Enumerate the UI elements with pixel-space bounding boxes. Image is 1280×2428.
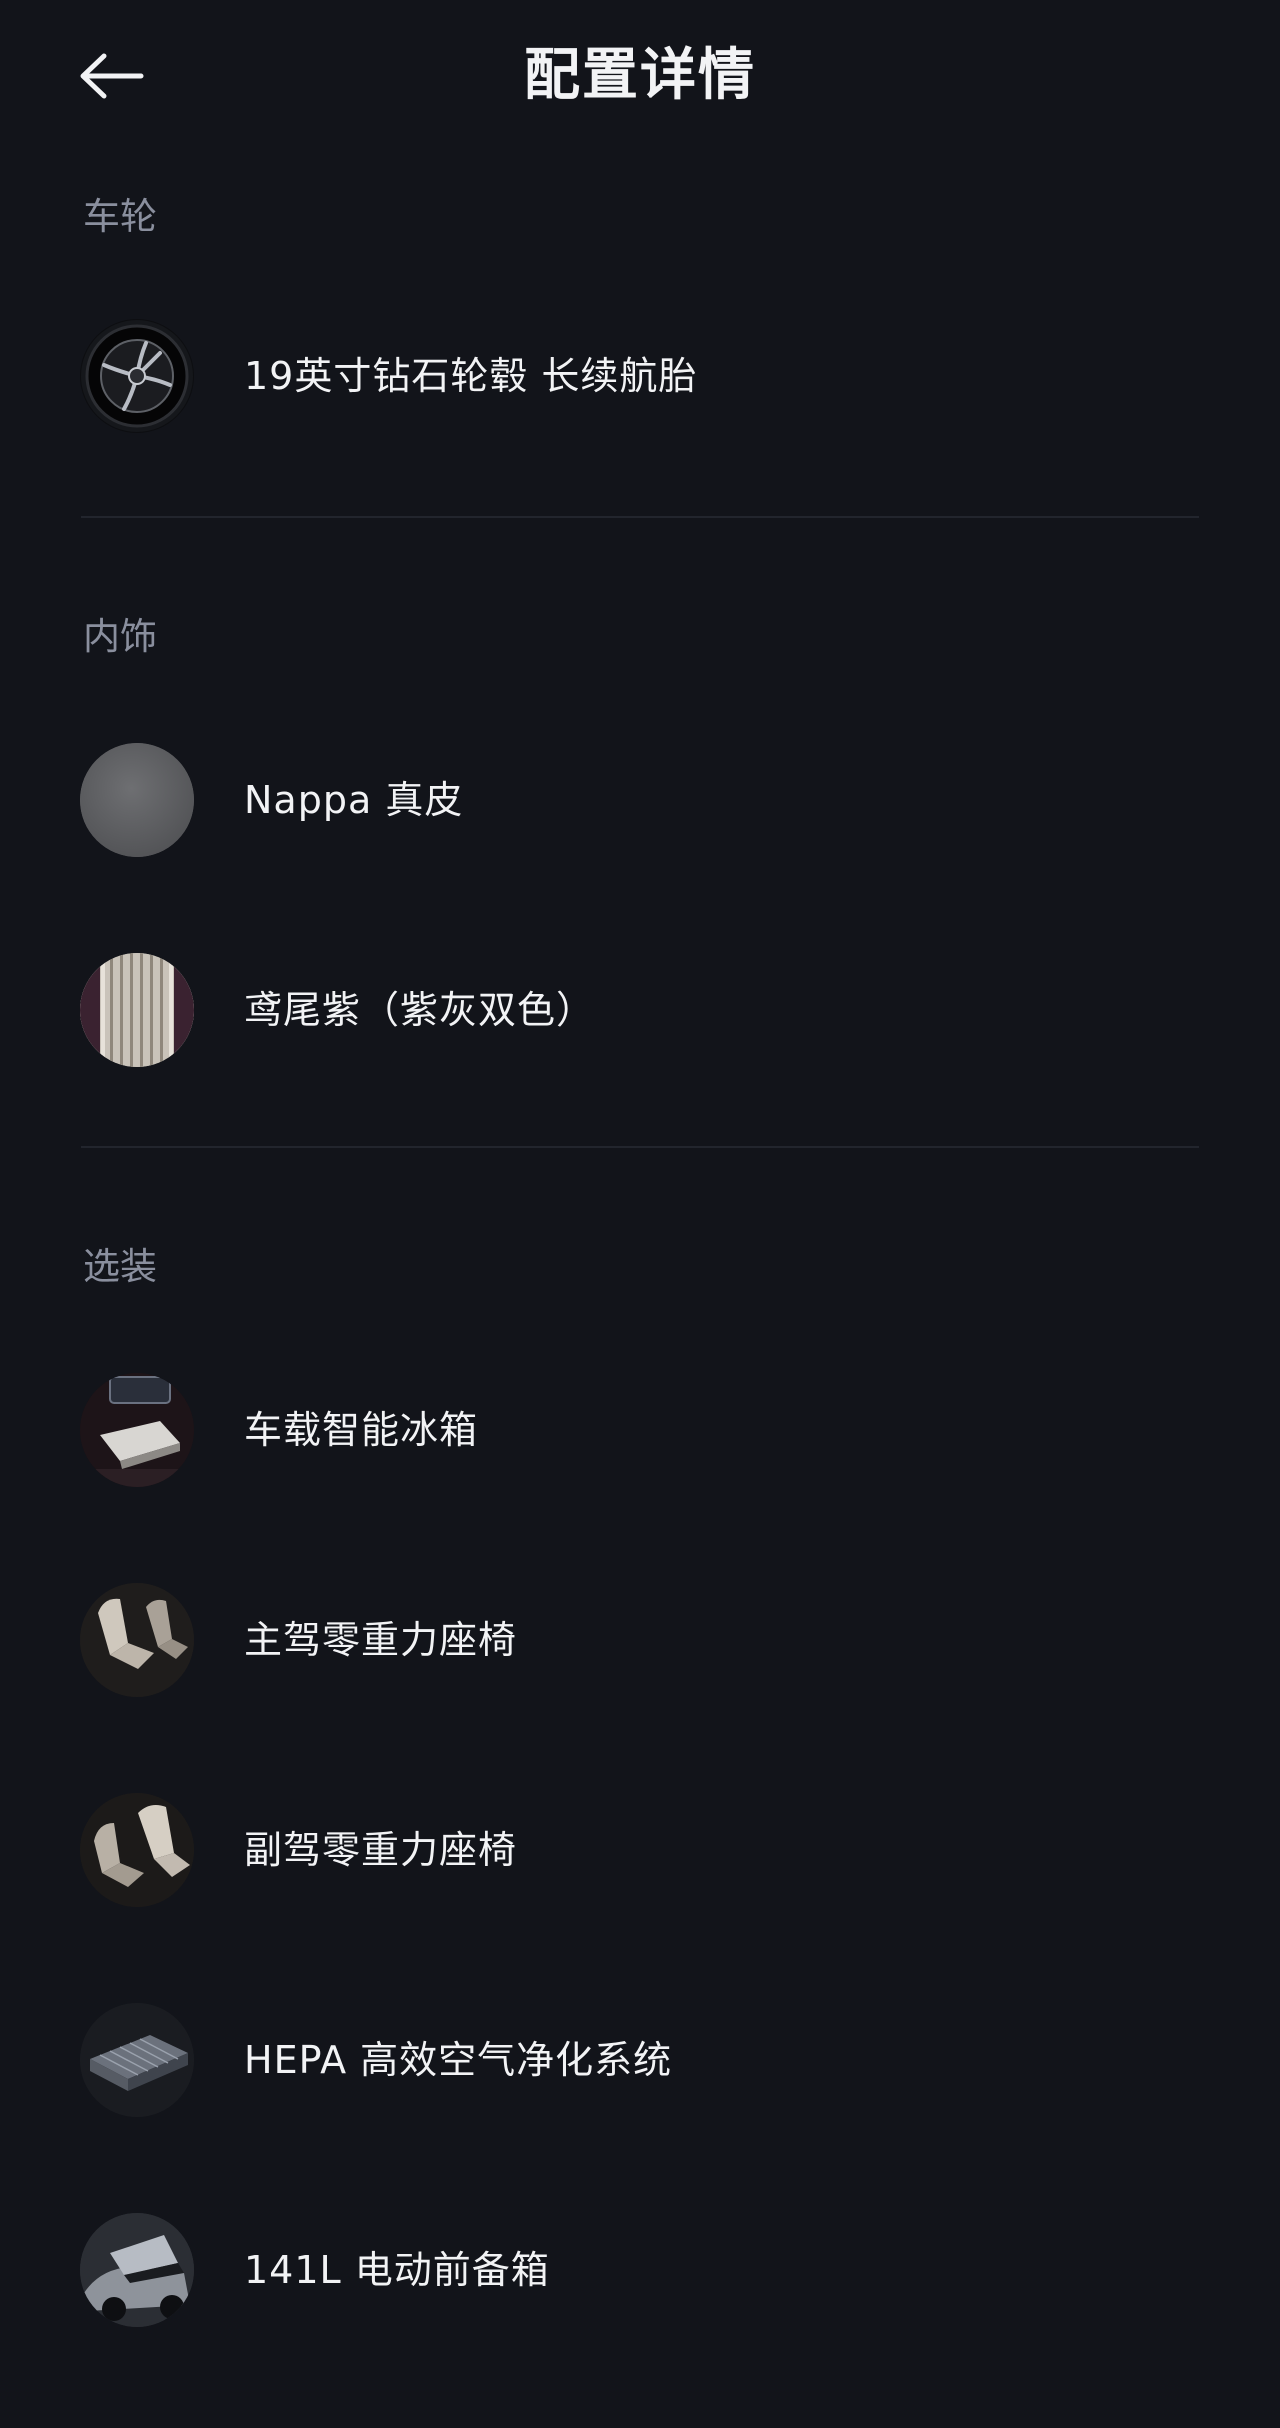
wheel-thumbnail [80, 319, 194, 433]
config-item-fridge[interactable]: 车载智能冰箱 [80, 1370, 1200, 1490]
item-label: 主驾零重力座椅 [244, 1618, 518, 1662]
front-trunk-thumbnail [80, 2213, 194, 2327]
fridge-thumbnail [80, 1373, 194, 1487]
driver-seat-thumbnail [80, 1583, 194, 1697]
page-title: 配置详情 [524, 43, 756, 108]
config-item-interior-color[interactable]: 鸢尾紫（紫灰双色） [80, 950, 1200, 1070]
config-item-leather[interactable]: Nappa 真皮 [80, 740, 1200, 860]
config-item-wheel[interactable]: 19英寸钻石轮毂 长续航胎 [80, 316, 1200, 436]
item-label: 鸢尾紫（紫灰双色） [244, 988, 596, 1032]
section-title-wheels: 车轮 [83, 195, 157, 238]
passenger-seat-thumbnail [80, 1793, 194, 1907]
item-label: 141L 电动前备箱 [244, 2248, 550, 2292]
item-label: 19英寸钻石轮毂 长续航胎 [244, 354, 698, 398]
item-label: 副驾零重力座椅 [244, 1828, 518, 1872]
leather-swatch-thumbnail [80, 743, 194, 857]
interior-color-swatch-thumbnail [80, 953, 194, 1067]
config-item-driver-seat[interactable]: 主驾零重力座椅 [80, 1580, 1200, 1700]
config-item-front-trunk[interactable]: 141L 电动前备箱 [80, 2210, 1200, 2330]
air-filter-thumbnail [80, 2003, 194, 2117]
header-bar: 配置详情 [0, 0, 1280, 150]
item-label: HEPA 高效空气净化系统 [244, 2038, 673, 2082]
section-divider [81, 1146, 1199, 1148]
item-label: Nappa 真皮 [244, 778, 464, 822]
config-item-passenger-seat[interactable]: 副驾零重力座椅 [80, 1790, 1200, 1910]
section-title-options: 选装 [83, 1245, 157, 1288]
item-label: 车载智能冰箱 [244, 1408, 479, 1452]
config-item-air-filter[interactable]: HEPA 高效空气净化系统 [80, 2000, 1200, 2120]
section-title-interior: 内饰 [83, 615, 157, 658]
section-divider [81, 516, 1199, 518]
